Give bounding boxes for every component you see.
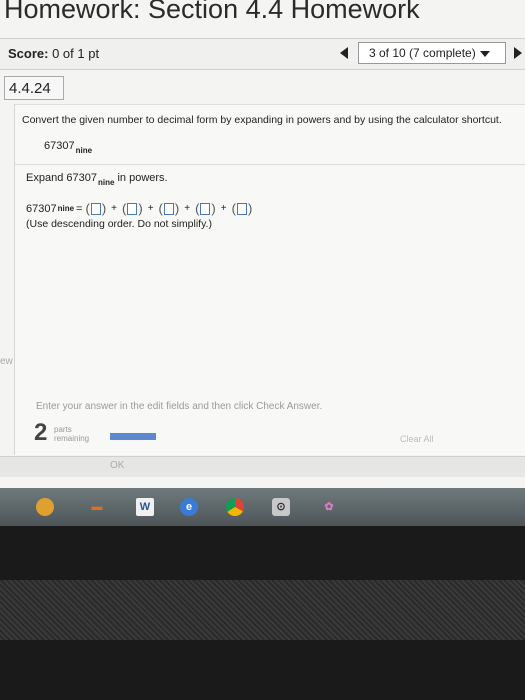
parts-label-line1: parts bbox=[54, 425, 72, 434]
divider bbox=[14, 164, 525, 165]
word-icon[interactable]: W bbox=[136, 498, 154, 516]
answer-base: nine bbox=[57, 204, 75, 213]
edge-icon[interactable]: e bbox=[180, 498, 198, 516]
expand-base: nine bbox=[97, 178, 115, 187]
plus-sign: + bbox=[220, 203, 227, 214]
answer-instruction: (Use descending order. Do not simplify.) bbox=[26, 218, 212, 230]
firefox-icon[interactable] bbox=[36, 498, 54, 516]
plus-sign: + bbox=[111, 203, 118, 214]
given-number-value: 67307 bbox=[44, 140, 75, 152]
question-number: 4.4.24 bbox=[4, 76, 64, 100]
score-label: Score: bbox=[8, 46, 49, 61]
page-title: Homework: Section 4.4 Homework bbox=[4, 0, 420, 24]
answer-expression: 67307 nine = () + () + () + () + () bbox=[26, 201, 252, 216]
term-2: () bbox=[122, 201, 143, 216]
answer-number: 67307 bbox=[26, 202, 57, 215]
given-number: 67307nine bbox=[44, 140, 92, 155]
flower-icon[interactable]: ✿ bbox=[320, 498, 338, 516]
term-2-coefficient-input[interactable] bbox=[127, 202, 138, 215]
term-4-coefficient-input[interactable] bbox=[200, 202, 211, 215]
parts-progress-bar bbox=[110, 433, 156, 440]
network-icon[interactable]: ⊙ bbox=[272, 498, 290, 516]
question-prompt: Convert the given number to decimal form… bbox=[22, 114, 502, 126]
term-3-coefficient-input[interactable] bbox=[163, 202, 174, 215]
equals-sign: = bbox=[76, 202, 83, 215]
question-progress: 3 of 10 (7 complete) bbox=[369, 46, 476, 60]
term-4: () bbox=[195, 201, 216, 216]
term-3: () bbox=[158, 201, 180, 216]
browser-screen: Homework: Section 4.4 Homework Score: 0 … bbox=[0, 0, 525, 490]
score-bar: Score: 0 of 1 pt 3 of 10 (7 complete) bbox=[0, 38, 525, 70]
parts-remaining-count: 2 bbox=[34, 419, 48, 446]
monitor-bezel-texture bbox=[0, 580, 525, 640]
term-1-coefficient-input[interactable] bbox=[90, 202, 101, 215]
ok-button[interactable]: OK bbox=[110, 460, 124, 471]
expand-suffix: in powers. bbox=[117, 172, 168, 184]
term-5-coefficient-input[interactable] bbox=[236, 202, 247, 215]
given-number-base: nine bbox=[75, 146, 93, 155]
plus-sign: + bbox=[147, 203, 154, 214]
chrome-icon[interactable] bbox=[226, 498, 244, 516]
cursor-icon[interactable]: ▬ bbox=[88, 498, 106, 516]
previous-question-arrow-icon[interactable] bbox=[340, 47, 348, 59]
plus-sign: + bbox=[184, 203, 191, 214]
enter-answer-message: Enter your answer in the edit fields and… bbox=[36, 401, 323, 412]
parts-label-line2: remaining bbox=[54, 434, 90, 443]
next-question-arrow-icon[interactable] bbox=[514, 47, 522, 59]
taskbar bbox=[0, 488, 525, 526]
term-5: () bbox=[231, 201, 253, 216]
term-1: () bbox=[85, 201, 107, 216]
parts-remaining-label: parts remaining bbox=[54, 425, 89, 443]
score-display: Score: 0 of 1 pt bbox=[8, 46, 99, 61]
score-value: 0 of 1 pt bbox=[52, 46, 100, 61]
question-selector[interactable]: 3 of 10 (7 complete) bbox=[358, 42, 506, 64]
chevron-down-icon bbox=[479, 50, 490, 57]
expand-prefix: Expand 67307 bbox=[26, 172, 97, 184]
expand-instruction: Expand 67307nine in powers. bbox=[26, 172, 168, 187]
clear-all-button[interactable]: Clear All bbox=[400, 434, 434, 444]
ok-strip bbox=[0, 456, 525, 477]
sidebar-partial-label: ew bbox=[0, 356, 13, 367]
